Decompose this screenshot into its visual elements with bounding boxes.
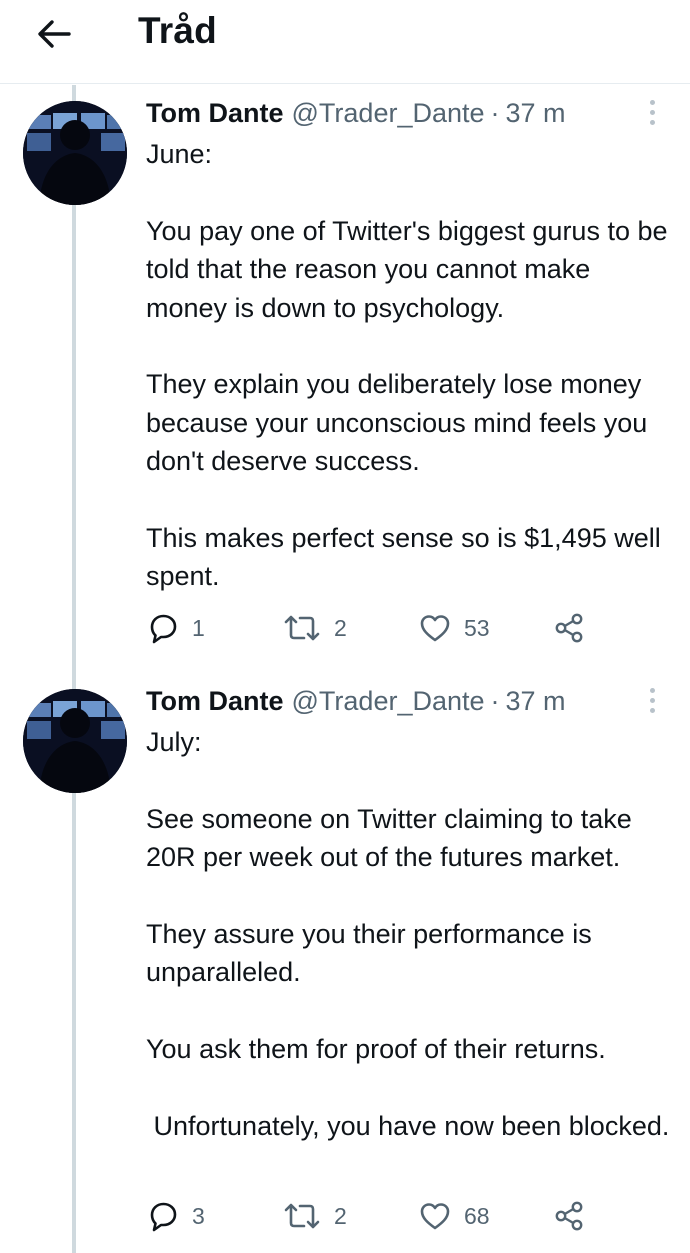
tweet-paragraph: You pay one of Twitter's biggest gurus t…: [146, 215, 676, 323]
share-icon: [555, 613, 583, 643]
reply-icon: [150, 1202, 177, 1232]
tweet-paragraph: This makes perfect sense so is $1,495 we…: [146, 523, 669, 592]
reply-count: 3: [192, 1202, 205, 1229]
more-dot: [649, 697, 655, 703]
more-dots-icon: [649, 99, 655, 105]
heart-icon: [420, 615, 450, 642]
like-count: 68: [464, 1202, 490, 1229]
retweet-icon: [284, 1203, 320, 1229]
share-button[interactable]: [552, 1196, 586, 1236]
more-dot: [649, 707, 655, 713]
share-button[interactable]: [552, 608, 586, 648]
reply-count: 1: [192, 614, 205, 641]
more-dot: [649, 109, 655, 115]
timestamp[interactable]: 37 m: [506, 98, 566, 129]
tweet-paragraph: See someone on Twitter claiming to take …: [146, 803, 640, 873]
author-handle[interactable]: @Trader_Dante: [292, 686, 485, 717]
like-button[interactable]: 68: [418, 1196, 490, 1236]
reply-button[interactable]: 1: [146, 608, 205, 648]
tweet-paragraph: They assure you their performance is unp…: [146, 919, 600, 988]
author-name[interactable]: Tom Dante: [146, 98, 284, 129]
timestamp[interactable]: 37 m: [506, 686, 566, 717]
tweet-header: Tom Dante @Trader_Dante · 37 m: [146, 98, 566, 132]
tweet-paragraph: Unfortunately, you have now been blocked…: [146, 1111, 670, 1141]
arrow-left-icon: [38, 20, 71, 48]
retweet-button[interactable]: 2: [282, 608, 347, 648]
like-button[interactable]: 53: [418, 608, 490, 648]
back-button[interactable]: [34, 14, 74, 54]
page-title: Tråd: [138, 10, 217, 51]
like-count: 53: [464, 614, 490, 641]
top-bar: Tråd: [0, 0, 690, 84]
reply-icon: [150, 614, 177, 644]
retweet-button[interactable]: 2: [282, 1196, 347, 1236]
heart-icon: [420, 1203, 450, 1230]
tweet-header: Tom Dante @Trader_Dante · 37 m: [146, 686, 566, 720]
retweet-count: 2: [334, 614, 347, 641]
reply-button[interactable]: 3: [146, 1196, 205, 1236]
author-handle[interactable]: @Trader_Dante: [292, 98, 485, 129]
avatar[interactable]: [23, 101, 127, 205]
more-dots-icon: [649, 687, 655, 693]
separator: ·: [490, 686, 500, 716]
more-options-button[interactable]: [640, 94, 664, 130]
avatar[interactable]: [23, 689, 127, 793]
retweet-icon: [284, 615, 320, 641]
separator: ·: [490, 98, 500, 128]
tweet-paragraph: They explain you deliberately lose money…: [146, 369, 655, 477]
tweet-paragraph: July:: [146, 727, 202, 757]
tweet-paragraph: You ask them for proof of their returns.: [146, 1034, 606, 1065]
tweet-actions: 1 2 53: [146, 608, 606, 648]
share-icon: [555, 1201, 583, 1231]
tweet[interactable]: Tom Dante @Trader_Dante · 37 m June: You…: [0, 85, 690, 665]
author-name[interactable]: Tom Dante: [146, 686, 284, 717]
tweet-paragraph: June:: [146, 139, 213, 169]
tweet-actions: 3 2 68: [146, 1196, 606, 1236]
more-options-button[interactable]: [640, 682, 664, 718]
tweet[interactable]: Tom Dante @Trader_Dante · 37 m July: See…: [0, 673, 690, 1253]
more-dot: [649, 119, 655, 125]
tweet-text: June: You pay one of Twitter's biggest g…: [146, 135, 676, 596]
retweet-count: 2: [334, 1202, 347, 1229]
tweet-text: July: See someone on Twitter claiming to…: [146, 723, 676, 1145]
